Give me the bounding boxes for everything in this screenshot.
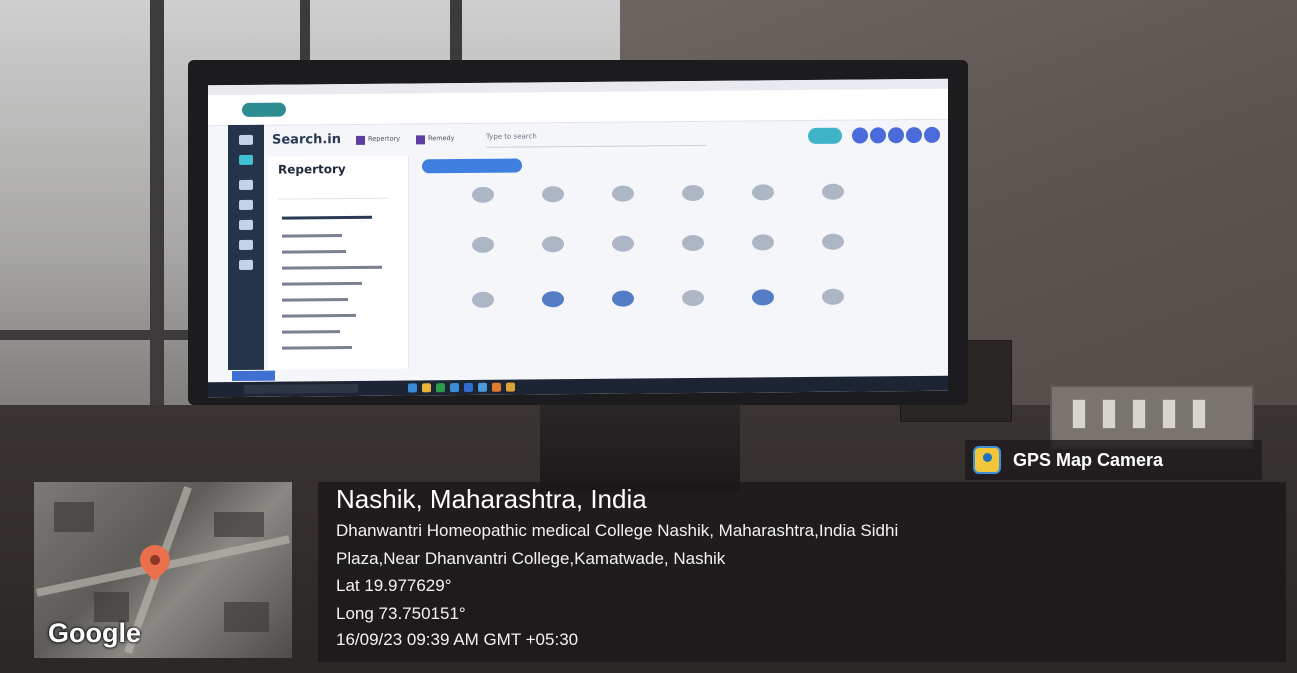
gps-app-icon [973, 446, 1001, 474]
grid-cell [448, 233, 518, 284]
body-part-icon [682, 234, 704, 252]
body-part-icon [822, 288, 844, 305]
body-part-icon [682, 184, 704, 202]
grid-cell [518, 182, 588, 233]
sidebar-icon [239, 179, 253, 190]
body-part-icon [542, 291, 564, 308]
panel-item [282, 250, 346, 254]
search-input: Type to search [486, 128, 706, 148]
grid-cell [448, 183, 518, 234]
taskbar-icon [506, 382, 515, 392]
sidebar-icon [239, 219, 253, 230]
body-part-icon [682, 289, 704, 307]
taskbar-icon [422, 383, 431, 393]
panel-item [282, 215, 372, 220]
body-part-icon [752, 234, 774, 251]
panel-title: Repertory [278, 162, 346, 177]
filter-pill [422, 158, 522, 174]
monitor-screen: Search.in Repertory Remedy Type to searc… [208, 78, 948, 398]
body-part-icon [822, 183, 844, 200]
sidebar-icon [239, 134, 253, 145]
monitor-stand [540, 402, 740, 492]
checkbox-label: Remedy [428, 134, 455, 143]
panel-item [282, 281, 362, 286]
grid-cell [728, 285, 798, 336]
grid-cell [798, 179, 868, 230]
grid-cell [518, 287, 588, 338]
taskbar-icon [436, 383, 445, 393]
checkbox-repertory [356, 135, 365, 145]
timestamp: 16/09/23 09:39 AM GMT +05:30 [336, 630, 579, 649]
sidebar-icon [239, 239, 253, 250]
grid-cell [728, 180, 798, 231]
taskbar-icon [478, 382, 487, 392]
body-part-icon [612, 235, 634, 252]
grid-cell [728, 230, 798, 281]
toolbar-round-button [852, 127, 868, 144]
taskbar-icon [450, 383, 459, 393]
body-part-icon [612, 185, 634, 202]
os-taskbar [208, 375, 948, 398]
app-menubar [208, 88, 948, 127]
search-button [808, 127, 842, 144]
panel-item [282, 265, 382, 270]
address-line-1: Dhanwantri Homeopathic medical College N… [336, 521, 899, 540]
grid-cell [588, 231, 658, 282]
taskbar-icon [492, 382, 501, 392]
panel-item [282, 298, 348, 302]
monitor: Search.in Repertory Remedy Type to searc… [188, 60, 968, 405]
panel-item [282, 345, 352, 350]
app-sidebar [228, 124, 264, 371]
search-row: Search.in Repertory Remedy Type to searc… [268, 123, 948, 153]
sidebar-icon-active [239, 154, 253, 165]
grid-cell [588, 181, 658, 232]
panel-filter [278, 185, 388, 200]
checkbox-label: Repertory [368, 134, 401, 143]
grid-cell [588, 286, 658, 337]
toolbar-round-button [906, 126, 922, 144]
sidebar-icon [239, 259, 253, 270]
map-brand: Google [48, 618, 141, 648]
longitude: Long 73.750151° [336, 604, 466, 623]
sidebar-icon [239, 199, 253, 210]
panel-item [282, 330, 340, 334]
taskbar-icon [464, 382, 473, 392]
grid-cell [658, 231, 728, 282]
taskbar-icon [408, 383, 417, 393]
taskbar-search [244, 383, 358, 394]
body-part-icon [472, 291, 494, 308]
body-part-icon [822, 233, 844, 250]
panel-item [282, 234, 342, 238]
grid-cell [798, 284, 868, 335]
body-part-icon [542, 186, 564, 203]
grid-cell [798, 229, 868, 280]
toolbar-round-button [924, 126, 940, 143]
grid-cell [518, 232, 588, 283]
gps-app-badge: GPS Map Camera [965, 440, 1262, 480]
body-part-icon [752, 289, 774, 306]
toolbar-round-button [888, 127, 904, 144]
app-logo [242, 102, 286, 117]
latitude: Lat 19.977629° [336, 576, 452, 595]
gps-app-name: GPS Map Camera [1013, 450, 1164, 470]
body-part-icon [472, 236, 494, 253]
search-title: Search.in [272, 132, 341, 148]
grid-cell [658, 286, 728, 337]
location-title: Nashik, Maharashtra, India [336, 484, 647, 514]
body-part-icon [472, 186, 494, 203]
body-part-icon [542, 236, 564, 253]
grid-cell [448, 288, 518, 339]
checkbox-remedy [416, 135, 425, 145]
bottom-chip [232, 370, 275, 382]
toolbar-round-button [870, 127, 886, 144]
panel-item [282, 313, 356, 318]
grid-cell [658, 181, 728, 232]
body-part-icon [752, 184, 774, 201]
body-part-icon [612, 290, 634, 307]
repertory-panel: Repertory [268, 155, 409, 370]
address-line-2: Plaza,Near Dhanvantri College,Kamatwade,… [336, 549, 726, 568]
